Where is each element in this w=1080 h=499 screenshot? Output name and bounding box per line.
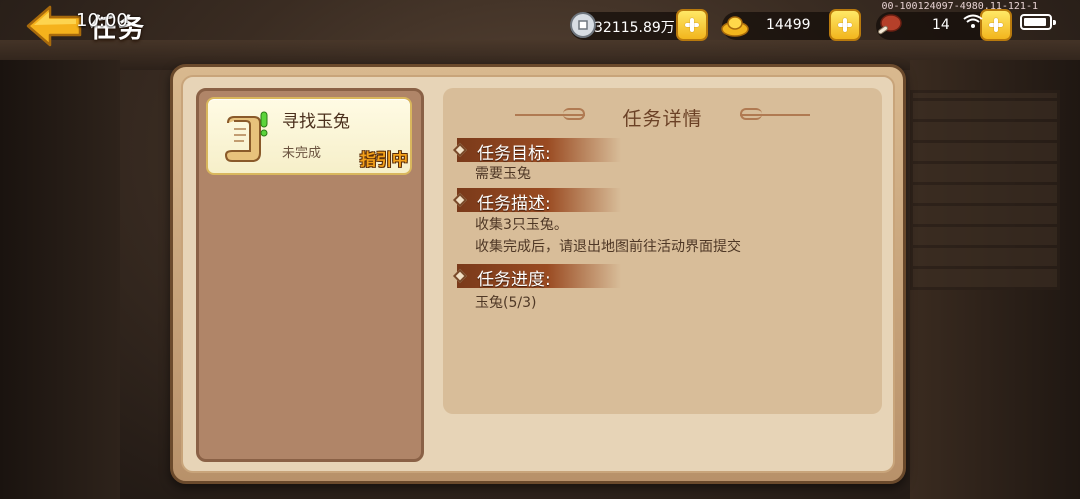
task-item-find-rabbit[interactable]: 寻找玉兔 未完成 指引中 — [206, 97, 412, 175]
task-name: 寻找玉兔 — [282, 112, 350, 132]
wifi-icon — [963, 14, 983, 28]
food-currency: 14 — [876, 9, 1012, 41]
desc-section-header: 任务描述: — [452, 188, 621, 214]
goal-label: 任务目标: — [477, 144, 551, 164]
task-status: 未完成 — [282, 146, 322, 161]
gold-ingot-icon — [721, 16, 749, 37]
desc-label: 任务描述: — [477, 194, 551, 214]
gold-amount: 14499 — [766, 17, 811, 33]
desc-line-2: 收集完成后，请退出地图前往活动界面提交 — [475, 239, 741, 255]
background-window — [910, 90, 1060, 290]
progress-label: 任务进度: — [477, 270, 551, 290]
debug-build-text: 00-100124097-4980.11-121-1 — [881, 1, 1038, 12]
diamond-icon — [452, 192, 468, 208]
goal-text: 需要玉兔 — [475, 166, 531, 182]
background-pillar-left — [0, 60, 120, 499]
guiding-tag: 指引中 — [359, 150, 408, 169]
gold-currency: 14499 — [721, 9, 861, 41]
progress-text: 玉兔(5/3) — [475, 295, 537, 311]
add-gold-button[interactable] — [829, 9, 861, 41]
meat-icon — [878, 14, 902, 35]
exclamation-icon — [260, 111, 268, 137]
diamond-icon — [452, 142, 468, 158]
back-arrow-icon — [26, 5, 82, 47]
desc-line-1: 收集3只玉兔。 — [475, 217, 568, 233]
back-button[interactable] — [26, 4, 82, 48]
battery-icon — [1020, 14, 1056, 30]
task-detail-panel: 任务详情 任务目标: 需要玉兔 任务描述: 收集3只玉兔。 收集完成后，请退出地… — [443, 88, 882, 414]
progress-section-header: 任务进度: — [452, 264, 621, 290]
silver-amount: 32115.89万 — [594, 20, 675, 36]
status-time: 10:00 — [76, 10, 128, 31]
goal-section-header: 任务目标: — [452, 138, 621, 164]
food-amount: 14 — [932, 17, 950, 33]
silver-currency: 32115.89万 — [570, 9, 708, 41]
add-silver-button[interactable] — [676, 9, 708, 41]
diamond-icon — [452, 268, 468, 284]
detail-title: 任务详情 — [622, 108, 703, 130]
add-food-button[interactable] — [980, 9, 1012, 41]
